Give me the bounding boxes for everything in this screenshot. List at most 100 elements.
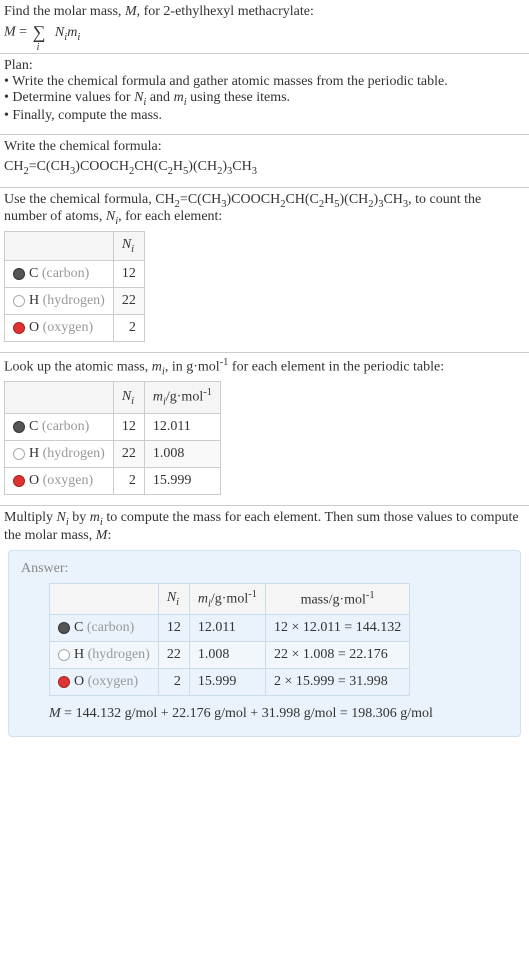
count-formula-inline: CH2=C(CH3)COOCH2CH(C2H5)(CH2)3CH3 (155, 192, 408, 207)
ni-cell: 12 (158, 615, 189, 642)
hdr-mass: mass/g·mol (301, 592, 366, 607)
plan-b2-pre: • Determine values for (4, 90, 134, 105)
mass-cell: 12 × 12.011 = 144.132 (265, 615, 409, 642)
el-name: (hydrogen) (84, 647, 150, 662)
mi-cell: 12.011 (144, 413, 220, 440)
f-part: =C(CH (29, 159, 70, 174)
eq-rhs: Nimi (55, 25, 80, 40)
el-sym: C (29, 419, 38, 434)
hdr-N: N (122, 389, 131, 404)
answer-box: Answer: Ni mi/g·mol-1 mass/g·mol-1 C (ca… (8, 550, 521, 737)
table-header-blank (5, 232, 114, 261)
final-eq: = 144.132 g/mol + 22.176 g/mol + 31.998 … (61, 706, 433, 721)
lookup-m: m (152, 360, 162, 375)
carbon-dot-icon (58, 622, 70, 634)
lookup-section: Look up the atomic mass, mi, in g·mol-1 … (0, 353, 529, 506)
element-cell: O (oxygen) (5, 314, 114, 341)
sigma-index: i (37, 42, 40, 53)
answer-table: Ni mi/g·mol-1 mass/g·mol-1 C (carbon) 12… (49, 583, 410, 696)
hdr-m: m (153, 390, 163, 405)
element-cell: C (carbon) (5, 413, 114, 440)
el-sym: O (74, 674, 84, 689)
answer-label: Answer: (21, 561, 508, 577)
hydrogen-dot-icon (58, 649, 70, 661)
table-header-blank (50, 583, 159, 614)
eq-m-i: i (77, 32, 80, 43)
table-row: O (oxygen) 2 15.999 (5, 467, 221, 494)
f-part: )(CH (340, 192, 369, 207)
el-sym: H (29, 446, 39, 461)
count-table: Ni C (carbon) 12 H (hydrogen) 22 O (oxyg… (4, 231, 145, 342)
element-cell: H (hydrogen) (50, 642, 159, 669)
eq-m: m (67, 25, 77, 40)
plan-b2-mid: and (146, 90, 173, 105)
table-row: C (carbon) 12 (5, 260, 145, 287)
table-header-row: Ni mi/g·mol-1 (5, 382, 221, 413)
el-sym: C (29, 266, 38, 281)
ni-cell: 2 (158, 669, 189, 696)
plan-b2-post: using these items. (187, 90, 290, 105)
lookup-table: Ni mi/g·mol-1 C (carbon) 12 12.011 H (hy… (4, 381, 221, 494)
table-header-mi: mi/g·mol-1 (144, 382, 220, 413)
mul-p1: Multiply (4, 510, 57, 525)
hdr-i: i (176, 597, 179, 608)
table-header-blank (5, 382, 114, 413)
intro-line1: Find the molar mass, M, for 2-ethylhexyl… (4, 4, 525, 20)
lookup-mid: , in g·mol (165, 360, 220, 375)
mi-cell: 1.008 (189, 642, 265, 669)
mi-cell: 12.011 (189, 615, 265, 642)
carbon-dot-icon (13, 421, 25, 433)
table-header-Ni: Ni (158, 583, 189, 614)
element-cell: C (carbon) (50, 615, 159, 642)
intro-section: Find the molar mass, M, for 2-ethylhexyl… (0, 0, 529, 54)
eq-N: N (55, 25, 64, 40)
intro-text2: , for 2-ethylhexyl methacrylate: (137, 4, 314, 19)
var-M: M (125, 4, 137, 19)
multiply-section: Multiply Ni by mi to compute the mass fo… (0, 506, 529, 751)
table-row: C (carbon) 12 12.011 (5, 413, 221, 440)
table-header-mass: mass/g·mol-1 (265, 583, 409, 614)
eq-equals: = (19, 25, 30, 40)
hdr-exp: -1 (203, 387, 212, 398)
hydrogen-dot-icon (13, 448, 25, 460)
lookup-pre: Look up the atomic mass, (4, 360, 152, 375)
hdr-i: i (131, 396, 134, 407)
f-part: )(CH (188, 159, 217, 174)
plan-mi-m: m (174, 90, 184, 105)
f-part: CH (383, 192, 402, 207)
element-cell: H (hydrogen) (5, 287, 114, 314)
element-cell: H (hydrogen) (5, 440, 114, 467)
ni-cell: 12 (113, 413, 144, 440)
el-sym: H (74, 647, 84, 662)
ni-cell: 22 (158, 642, 189, 669)
f-part: H (173, 159, 183, 174)
lookup-text: Look up the atomic mass, mi, in g·mol-1 … (4, 357, 525, 377)
el-name: (carbon) (38, 419, 89, 434)
table-row: C (carbon) 12 12.011 12 × 12.011 = 144.1… (50, 615, 410, 642)
f-part: H (324, 192, 334, 207)
final-M: M (49, 706, 61, 721)
hdr-N: N (167, 590, 176, 605)
mi-cell: 1.008 (144, 440, 220, 467)
mass-cell: 22 × 1.008 = 22.176 (265, 642, 409, 669)
plan-header: Plan: (4, 58, 525, 74)
f-part: =C(CH (180, 192, 221, 207)
ni-cell: 2 (113, 467, 144, 494)
table-header-Ni: Ni (113, 382, 144, 413)
element-cell: C (carbon) (5, 260, 114, 287)
f-part: )COOCH (227, 192, 281, 207)
element-cell: O (oxygen) (50, 669, 159, 696)
el-name: (oxygen) (84, 674, 138, 689)
f-part: CH(C (285, 192, 318, 207)
mi-cell: 15.999 (189, 669, 265, 696)
oxygen-dot-icon (13, 475, 25, 487)
chemical-formula: CH2=C(CH3)COOCH2CH(C2H5)(CH2)3CH3 (4, 159, 525, 177)
mul-M: M (96, 528, 108, 543)
el-sym: H (29, 293, 39, 308)
table-header-row: Ni mi/g·mol-1 mass/g·mol-1 (50, 583, 410, 614)
mass-cell: 2 × 15.999 = 31.998 (265, 669, 409, 696)
table-row: O (oxygen) 2 15.999 2 × 15.999 = 31.998 (50, 669, 410, 696)
hydrogen-dot-icon (13, 295, 25, 307)
el-sym: O (29, 473, 39, 488)
hdr-unit: /g·mol (211, 591, 248, 606)
